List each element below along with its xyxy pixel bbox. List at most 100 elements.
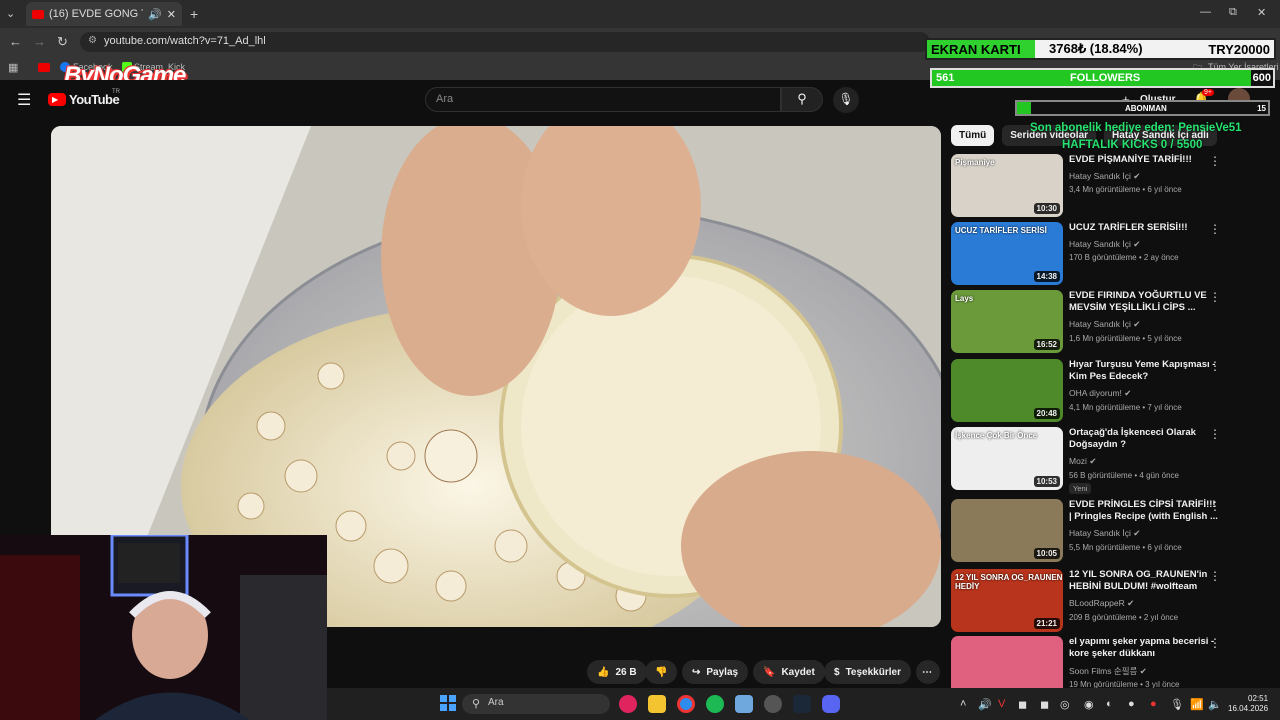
video-duration: 20:48 <box>1033 408 1060 419</box>
more-options-icon[interactable]: ⋮ <box>1209 499 1221 513</box>
wifi-icon[interactable]: 📶 <box>1190 698 1204 711</box>
more-options-icon[interactable]: ⋮ <box>1209 359 1221 373</box>
network-app-icon[interactable] <box>735 695 753 713</box>
search-input[interactable]: Ara <box>425 87 781 112</box>
record-app-icon[interactable] <box>619 695 637 713</box>
recommendation-item[interactable]: 12 YIL SONRA OG_RAUNEN HEDİY 21:21 12 YIL … <box>951 569 1241 633</box>
chrome-icon[interactable] <box>677 695 695 713</box>
search-icon: ⚲ <box>797 91 807 106</box>
more-actions-button[interactable]: ⋯ <box>916 660 940 684</box>
speaker-icon[interactable]: 🔊 <box>148 8 162 21</box>
save-button[interactable]: 🔖 Kaydet <box>753 660 825 684</box>
video-thumbnail[interactable]: 12 YIL SONRA OG_RAUNEN HEDİY 21:21 <box>951 569 1063 632</box>
forward-icon[interactable]: → <box>33 34 46 49</box>
video-thumbnail[interactable]: İşkence Çok Bir Önce 10:53 <box>951 427 1063 490</box>
taskbar-search[interactable]: Ara <box>462 694 610 714</box>
tray-app-2-icon[interactable]: ◼ <box>1040 698 1049 711</box>
recommendation-item[interactable]: Pişmaniye 10:30 EVDE PİŞMANİYE TARİFİ!!! Ha… <box>951 154 1241 218</box>
restore-icon[interactable]: ⧉ <box>1229 6 1237 19</box>
channel-name[interactable]: Soon Films 순필름 ✔ <box>1069 665 1147 677</box>
video-title[interactable]: 12 YIL SONRA OG_RAUNEN'in HEBİNİ BULDUM!… <box>1069 569 1219 593</box>
minimize-icon[interactable]: — <box>1200 6 1211 18</box>
channel-name[interactable]: Hatay Sandık İçi ✔ <box>1069 528 1140 539</box>
share-button[interactable]: ↪ Paylaş <box>682 660 749 684</box>
video-duration: 10:53 <box>1033 476 1060 487</box>
tray-app-5-icon[interactable]: ◐ <box>1106 698 1113 710</box>
channel-name[interactable]: BLoodRappeR ✔ <box>1069 598 1134 609</box>
chip-all[interactable]: Tümü <box>951 125 995 146</box>
window-close-icon[interactable]: ✕ <box>1257 6 1266 19</box>
tray-app-7-icon[interactable]: ● <box>1150 698 1157 710</box>
video-title[interactable]: UCUZ TARİFLER SERİSİ!!! <box>1069 222 1219 234</box>
dislike-button[interactable]: 👎 <box>645 660 678 684</box>
tray-app-4-icon[interactable]: ◉ <box>1084 698 1094 711</box>
recommendation-item[interactable]: UCUZ TARİFLER SERİSİ 14:38 UCUZ TARİFLER S… <box>951 222 1241 286</box>
tray-chevron-icon[interactable]: ˄ <box>960 698 966 710</box>
volume-icon[interactable]: 🔊 <box>978 698 992 711</box>
like-button[interactable]: 👍 26 B <box>587 660 647 684</box>
recommendation-item[interactable]: 20:48 Hıyar Turşusu Yeme Kapışması - Kim … <box>951 359 1241 423</box>
tab-list-icon[interactable]: ⌄ <box>6 7 15 20</box>
new-tab-icon[interactable]: + <box>190 6 198 22</box>
taskbar-clock[interactable]: 02:51 16.04.2026 <box>1228 694 1268 714</box>
reload-icon[interactable]: ↻ <box>57 34 68 50</box>
thanks-icon: $ <box>834 666 840 678</box>
voice-search-button[interactable]: 🎙 <box>833 87 859 113</box>
spotify-icon[interactable] <box>706 695 724 713</box>
video-title[interactable]: EVDE PİŞMANİYE TARİFİ!!! <box>1069 154 1219 166</box>
tray-app-3-icon[interactable]: ◎ <box>1060 698 1070 711</box>
recommendation-item[interactable]: İşkence Çok Bir Önce 10:53 Ortaçağ'da İşke… <box>951 427 1241 494</box>
more-options-icon[interactable]: ⋮ <box>1209 222 1221 236</box>
recommendation-item[interactable]: 10:05 EVDE PRİNGLES CİPSİ TARİFİ!!! | Pri… <box>951 499 1241 563</box>
menu-icon[interactable]: ☰ <box>17 90 31 110</box>
kick-goal-bar: ABONMAN 15 <box>1015 100 1270 116</box>
video-meta: 209 B görüntüleme • 2 yıl önce <box>1069 613 1179 622</box>
browser-tab[interactable]: (16) EVDE GONG TARİFİ!!! - 🔊 ✕ <box>26 2 182 26</box>
valorant-icon[interactable]: V <box>998 698 1005 710</box>
mic-tray-icon[interactable]: 🎙 <box>1170 698 1184 711</box>
back-icon[interactable]: ← <box>9 34 22 49</box>
video-thumbnail[interactable]: 20:48 <box>951 359 1063 422</box>
video-thumbnail[interactable]: Lays 16:52 <box>951 290 1063 353</box>
tab-close-icon[interactable]: ✕ <box>167 8 176 21</box>
more-options-icon[interactable]: ⋮ <box>1209 290 1221 304</box>
more-options-icon[interactable]: ⋮ <box>1209 569 1221 583</box>
channel-name[interactable]: Hatay Sandık İçi ✔ <box>1069 171 1140 182</box>
video-title[interactable]: EVDE FIRINDA YOĞURTLU VE MEVSİM YEŞİLLİK… <box>1069 290 1219 314</box>
video-thumbnail[interactable]: UCUZ TARİFLER SERİSİ 14:38 <box>951 222 1063 285</box>
video-title[interactable]: Ortaçağ'da İşkenceci Olarak Doğsaydın ? <box>1069 427 1219 451</box>
recommendation-item[interactable]: Lays 16:52 EVDE FIRINDA YOĞURTLU VE MEVSİM… <box>951 290 1241 354</box>
more-options-icon[interactable]: ⋮ <box>1209 636 1221 650</box>
channel-name[interactable]: Mozi ✔ <box>1069 456 1096 467</box>
channel-name[interactable]: Hatay Sandık İçi ✔ <box>1069 239 1140 250</box>
more-options-icon[interactable]: ⋮ <box>1209 154 1221 168</box>
video-thumbnail[interactable]: 10:05 <box>951 499 1063 562</box>
channel-name[interactable]: Hatay Sandık İçi ✔ <box>1069 319 1140 330</box>
video-title[interactable]: Hıyar Turşusu Yeme Kapışması - Kim Pes E… <box>1069 359 1219 383</box>
discord-icon[interactable] <box>822 695 840 713</box>
channel-name[interactable]: OHA diyorum! ✔ <box>1069 388 1131 399</box>
url-field[interactable]: ⚙ youtube.com/watch?v=71_Ad_lhl <box>80 32 930 52</box>
browser-tab-bar: ⌄ (16) EVDE GONG TARİFİ!!! - 🔊 ✕ + — ⧉ ✕ <box>0 0 1280 28</box>
obs-icon[interactable] <box>764 695 782 713</box>
more-options-icon[interactable]: ⋮ <box>1209 427 1221 441</box>
video-duration: 16:52 <box>1033 339 1060 350</box>
speaker-tray-icon[interactable]: 🔈 <box>1208 698 1222 711</box>
video-meta: 5,5 Mn görüntüleme • 6 yıl önce <box>1069 543 1182 552</box>
apps-grid-icon[interactable]: ▦ <box>8 61 18 74</box>
video-duration: 14:38 <box>1033 271 1060 282</box>
youtube-bookmark-icon[interactable] <box>38 63 50 72</box>
tray-app-6-icon[interactable]: ● <box>1128 698 1135 710</box>
site-info-icon[interactable]: ⚙ <box>88 35 97 46</box>
start-icon[interactable] <box>440 695 456 711</box>
thumbnail-text: Lays <box>955 294 974 303</box>
file-explorer-icon[interactable] <box>648 695 666 713</box>
new-badge: Yeni <box>1069 483 1092 494</box>
video-thumbnail[interactable]: Pişmaniye 10:30 <box>951 154 1063 217</box>
video-title[interactable]: EVDE PRİNGLES CİPSİ TARİFİ!!! | Pringles… <box>1069 499 1219 523</box>
video-title[interactable]: el yapımı şeker yapma becerisi - kore şe… <box>1069 636 1219 660</box>
tray-app-1-icon[interactable]: ◼ <box>1018 698 1027 711</box>
thanks-button[interactable]: $ Teşekkürler <box>824 660 911 684</box>
search-button[interactable]: ⚲ <box>781 87 823 112</box>
steam-icon[interactable] <box>793 695 811 713</box>
